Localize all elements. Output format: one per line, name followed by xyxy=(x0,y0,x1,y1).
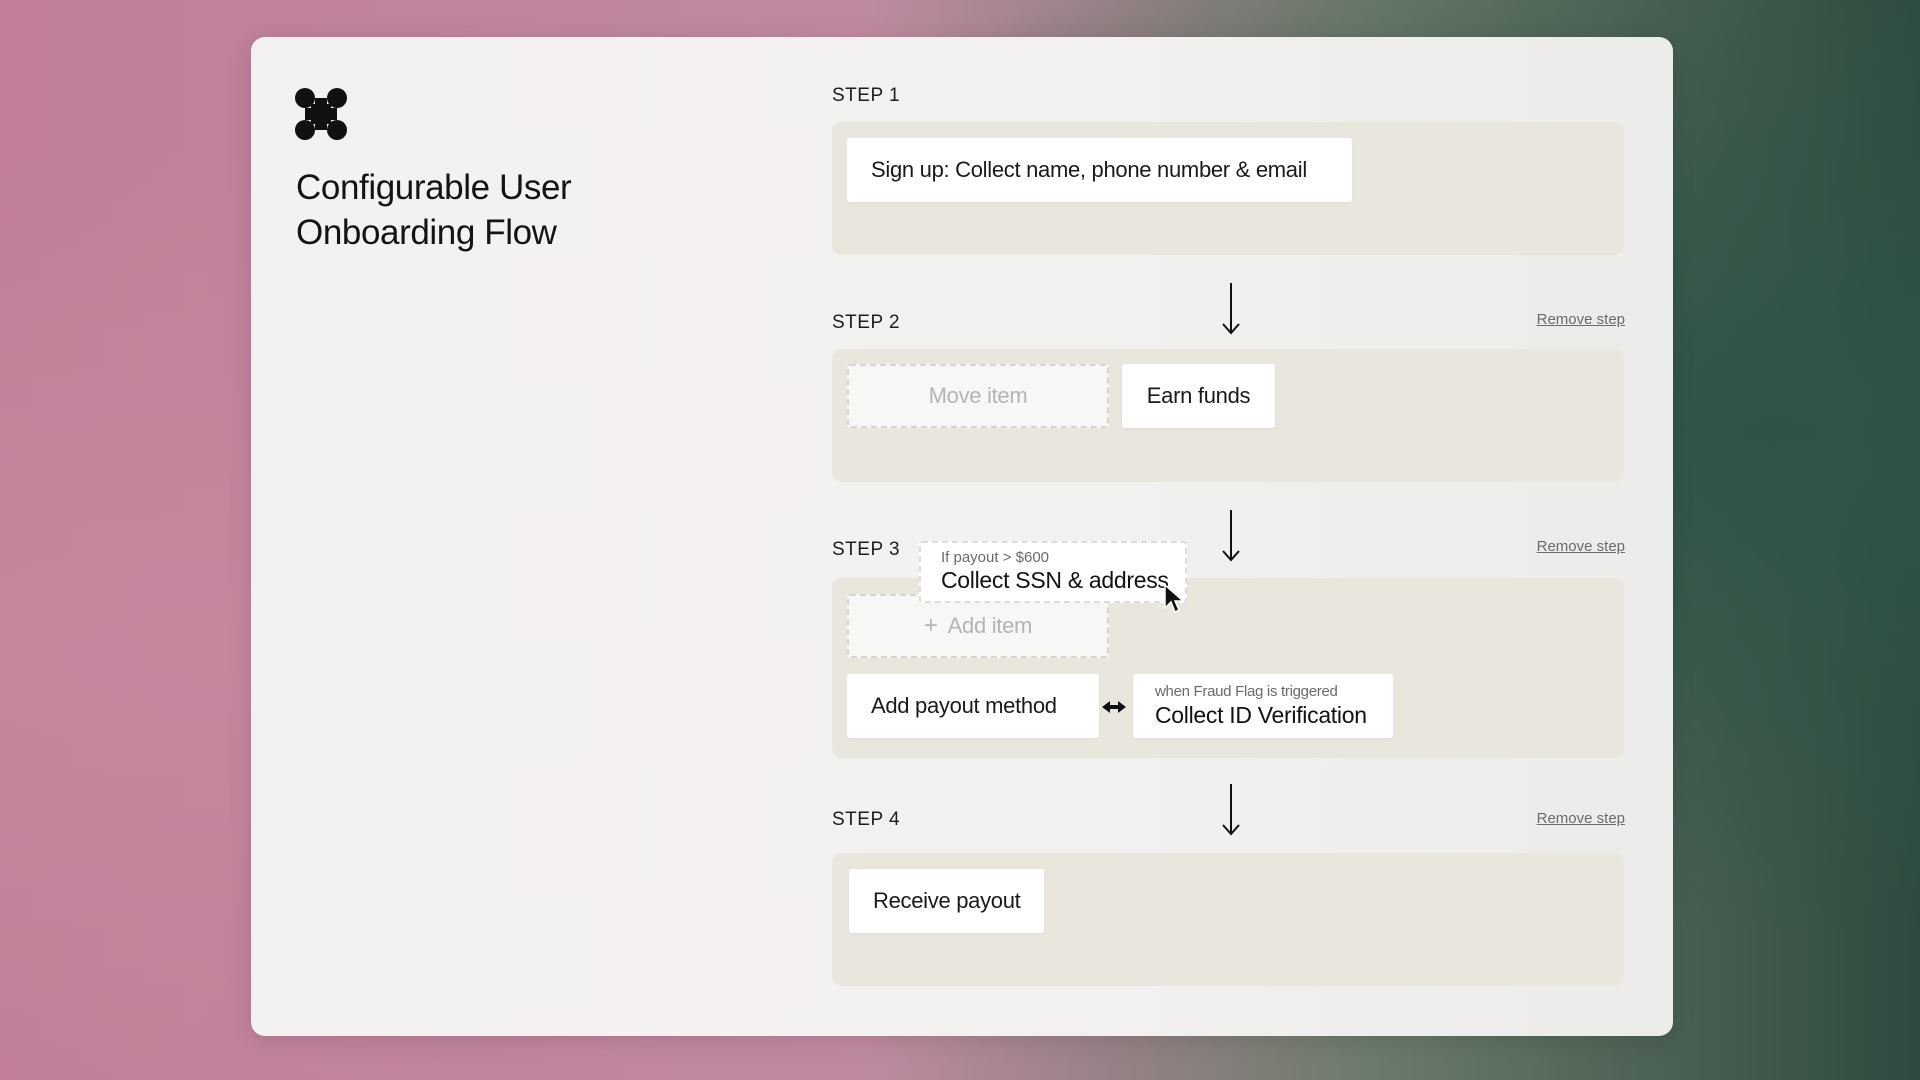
step-3-box: + Add item Add payout method when Fraud … xyxy=(832,578,1624,758)
item-label: Collect ID Verification xyxy=(1155,702,1367,728)
mouse-pointer-icon xyxy=(1164,583,1185,614)
dragging-item-collect-ssn[interactable]: If payout > $600 Collect SSN & address xyxy=(919,541,1187,603)
arrow-down-icon xyxy=(1222,784,1240,836)
arrow-down-icon xyxy=(1222,283,1240,335)
step-item-add-payout-method[interactable]: Add payout method xyxy=(847,674,1099,738)
step-item-collect-id-verification[interactable]: when Fraud Flag is triggered Collect ID … xyxy=(1133,674,1393,738)
remove-step-3-button[interactable]: Remove step xyxy=(1537,538,1625,555)
add-item-drop-zone[interactable]: + Add item xyxy=(847,594,1109,658)
step-item-receive-payout[interactable]: Receive payout xyxy=(849,869,1044,933)
step-item-sign-up[interactable]: Sign up: Collect name, phone number & em… xyxy=(847,138,1352,202)
command-icon xyxy=(295,88,347,140)
step-1-box: Sign up: Collect name, phone number & em… xyxy=(832,122,1624,255)
link-arrows-icon xyxy=(1102,701,1126,713)
step-1-label: STEP 1 xyxy=(832,85,901,106)
page-title: Configurable User Onboarding Flow xyxy=(296,168,572,252)
step-3-label: STEP 3 xyxy=(832,539,901,560)
step-4-box: Receive payout xyxy=(832,853,1624,986)
step-item-earn-funds[interactable]: Earn funds xyxy=(1122,364,1275,428)
arrow-down-icon xyxy=(1222,510,1240,562)
add-item-label: Add item xyxy=(947,613,1033,638)
item-label: Collect SSN & address xyxy=(941,567,1169,593)
remove-step-2-button[interactable]: Remove step xyxy=(1537,311,1625,328)
step-2-box: Move item Earn funds xyxy=(832,349,1624,482)
move-item-drop-zone[interactable]: Move item xyxy=(847,364,1109,428)
item-condition: If payout > $600 xyxy=(941,549,1050,566)
plus-icon: + xyxy=(923,612,938,639)
onboarding-panel: Configurable User Onboarding Flow STEP 1… xyxy=(251,37,1673,1036)
remove-step-4-button[interactable]: Remove step xyxy=(1537,810,1625,827)
step-2-label: STEP 2 xyxy=(832,312,901,333)
item-condition: when Fraud Flag is triggered xyxy=(1155,683,1338,700)
step-4-label: STEP 4 xyxy=(832,809,901,830)
